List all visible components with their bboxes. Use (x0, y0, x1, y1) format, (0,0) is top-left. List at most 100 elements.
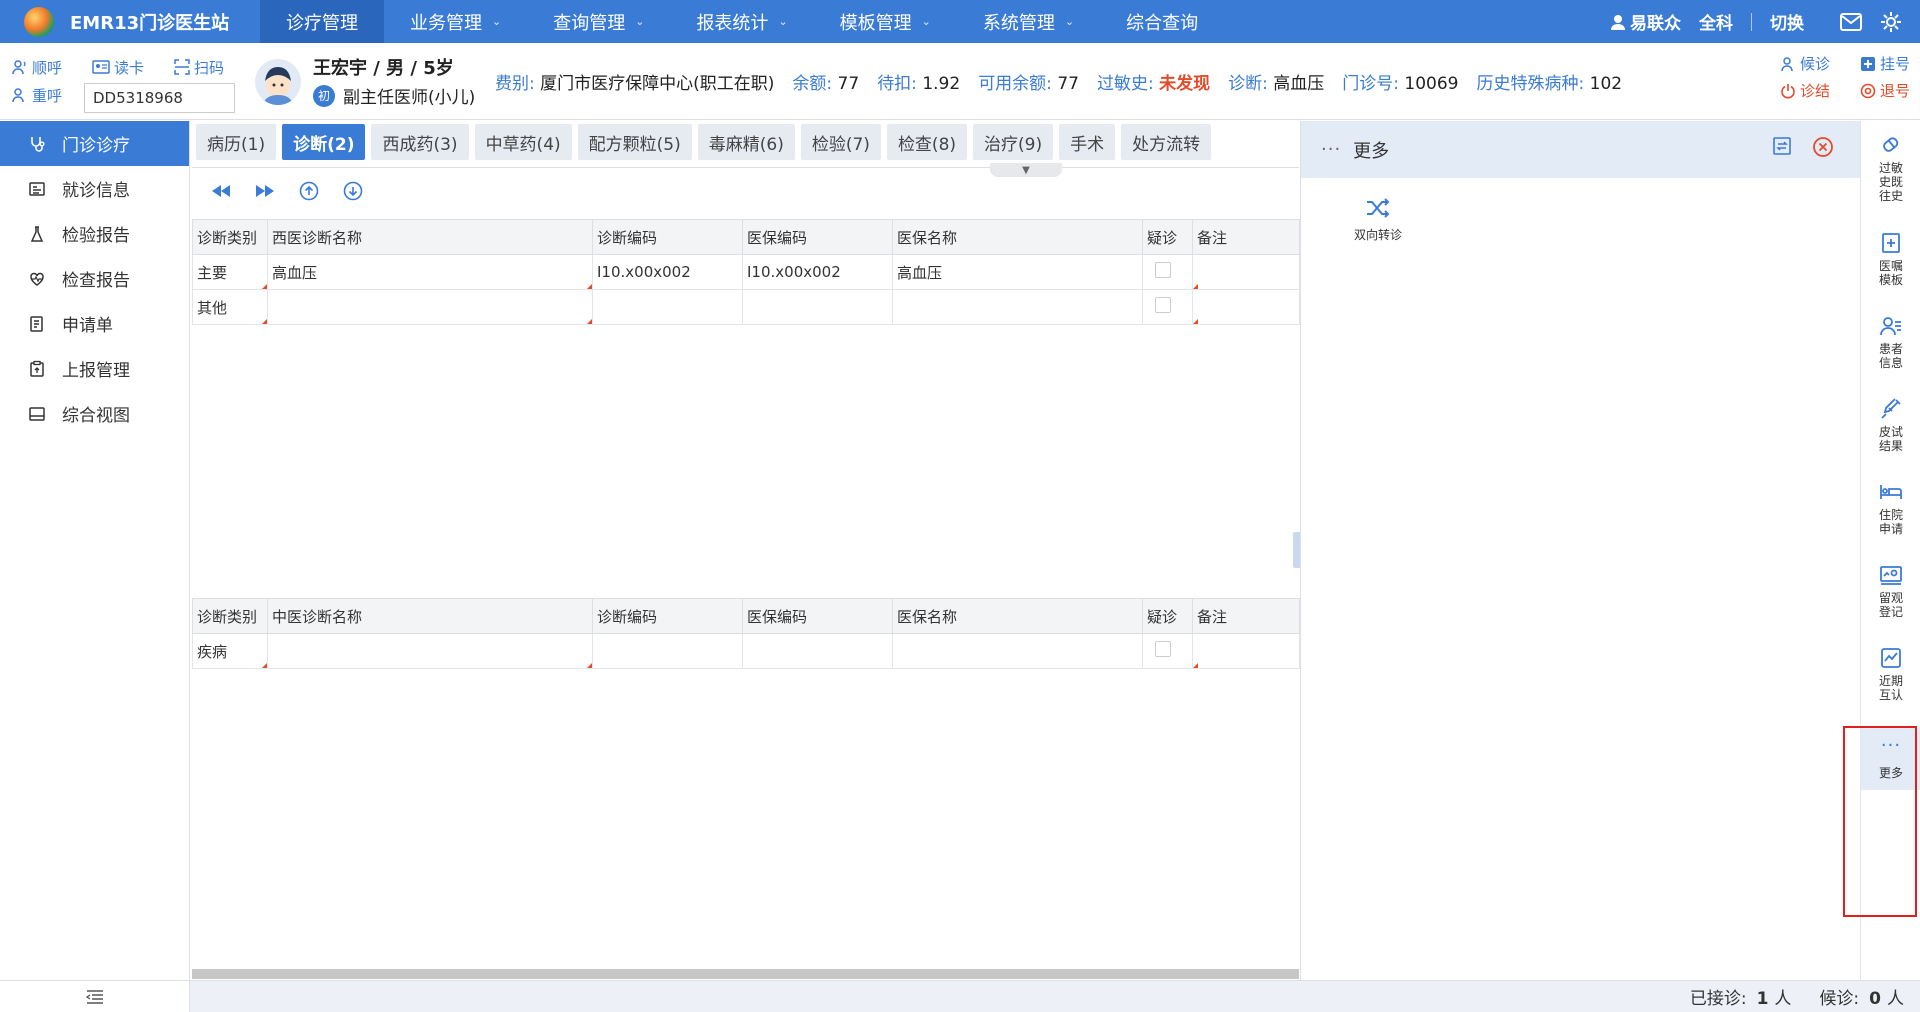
allergy-history-button[interactable]: 过敏史既往史 (1861, 133, 1920, 203)
tab-diagnosis[interactable]: 诊断(2) (282, 124, 366, 160)
user-menu[interactable]: 易联众 (1610, 9, 1681, 34)
nav-item-comprehensive[interactable]: 综合查询 (1100, 0, 1224, 43)
syringe-icon (1881, 398, 1901, 419)
switch-button[interactable]: 切换 (1770, 9, 1804, 34)
call-next-button[interactable]: 顺呼 (12, 57, 62, 78)
sidebar-item-application[interactable]: 申请单 (0, 301, 189, 346)
tab-examination[interactable]: 检查(8) (886, 124, 968, 160)
cell-insurance-code[interactable] (742, 289, 893, 325)
gear-icon[interactable] (1880, 11, 1902, 33)
recent-mutual-recognition-button[interactable]: 近期互认 (1861, 646, 1920, 702)
read-card-button[interactable]: 读卡 (92, 57, 144, 78)
tab-western-medicine[interactable]: 西成药(3) (371, 124, 469, 160)
cell-diagnosis-code[interactable]: I10.x00x002 (592, 254, 743, 290)
cell-diagnosis-name[interactable] (267, 633, 593, 669)
tab-surgery[interactable]: 手术 (1059, 124, 1116, 160)
sidebar-item-overview[interactable]: 综合视图 (0, 391, 189, 436)
cell-insurance-code[interactable]: I10.x00x002 (742, 254, 893, 290)
highlight-box (1843, 726, 1917, 917)
nav-item-templates[interactable]: 模板管理 ⌄ (814, 0, 957, 43)
user-dept[interactable]: 全科 (1699, 9, 1733, 34)
status-unit: 人 (1887, 989, 1904, 1009)
cell-remark[interactable] (1192, 633, 1300, 669)
strip-label: 近期互认 (1878, 674, 1903, 702)
action-label: 诊结 (1799, 82, 1830, 100)
nav-item-clinical[interactable]: 诊疗管理 (260, 0, 384, 43)
move-first-button[interactable] (210, 180, 232, 202)
tab-formula-granules[interactable]: 配方颗粒(5) (577, 124, 692, 160)
sidebar-label: 综合视图 (62, 406, 130, 426)
close-panel-button[interactable] (1812, 136, 1834, 163)
cancel-register-button[interactable]: 退号 (1860, 80, 1910, 101)
cell-remark[interactable] (1192, 254, 1300, 290)
nav-item-reports[interactable]: 报表统计 ⌄ (670, 0, 813, 43)
move-last-button[interactable] (254, 180, 276, 202)
column-header: 备注 (1192, 598, 1300, 634)
register-button[interactable]: 挂号 (1860, 53, 1910, 74)
column-header: 诊断编码 (592, 219, 743, 255)
close-icon (1813, 137, 1833, 157)
sidebar-item-report-mgmt[interactable]: 上报管理 (0, 346, 189, 391)
sidebar-item-clinic[interactable]: 门诊诊疗 (0, 121, 189, 166)
patient-fields: 费别: 厦门市医疗保障中心(职工在职) 余额: 77 待扣: 1.92 可用余额… (495, 69, 1622, 94)
cell-insurance-name[interactable] (892, 289, 1143, 325)
cell-category[interactable]: 主要 (192, 254, 268, 290)
table-row[interactable]: 其他 (192, 289, 1300, 325)
sidebar-item-visit-info[interactable]: 就诊信息 (0, 166, 189, 211)
strip-label: 住院申请 (1878, 508, 1903, 536)
two-way-referral-button[interactable]: 双向转诊 (1349, 196, 1407, 243)
recall-button[interactable]: 重呼 (12, 85, 62, 106)
patient-info-button[interactable]: 患者信息 (1861, 314, 1920, 370)
suspected-checkbox[interactable] (1155, 297, 1171, 313)
sidebar-item-lab-report[interactable]: 检验报告 (0, 211, 189, 256)
bed-icon (1880, 485, 1902, 499)
sidebar-label: 门诊诊疗 (62, 136, 130, 156)
admission-request-button[interactable]: 住院申请 (1861, 480, 1920, 536)
nav-item-system[interactable]: 系统管理 ⌄ (957, 0, 1100, 43)
field-label: 余额: (792, 74, 833, 94)
cell-diagnosis-code[interactable] (592, 633, 743, 669)
tab-lab-test[interactable]: 检验(7) (800, 124, 881, 160)
horizontal-scrollbar[interactable] (192, 969, 1299, 979)
cell-diagnosis-name[interactable] (267, 289, 593, 325)
cell-diagnosis-code[interactable] (592, 289, 743, 325)
suspected-checkbox[interactable] (1155, 641, 1171, 657)
expand-pull-tab[interactable]: ▼ (990, 163, 1062, 177)
scan-button[interactable]: 扫码 (174, 57, 224, 78)
mail-icon[interactable] (1840, 11, 1862, 33)
cell-category[interactable]: 其他 (192, 289, 268, 325)
finish-visit-button[interactable]: 诊结 (1780, 80, 1830, 101)
sidebar-item-exam-report[interactable]: 检查报告 (0, 256, 189, 301)
main-nav: 诊疗管理 业务管理 ⌄ 查询管理 ⌄ 报表统计 ⌄ 模板管理 ⌄ 系统管理 ⌄ 综合查询 (260, 0, 1224, 43)
cell-insurance-code[interactable] (742, 633, 893, 669)
card-number-input[interactable]: DD5318968 (84, 83, 235, 113)
table-row[interactable]: 主要 高血压 I10.x00x002 I10.x00x002 高血压 (192, 254, 1300, 290)
nav-item-business[interactable]: 业务管理 ⌄ (384, 0, 527, 43)
action-label: 重呼 (32, 86, 63, 105)
waiting-button[interactable]: 候诊 (1780, 53, 1830, 74)
user-area: 易联众 全科 切换 (1610, 0, 1902, 43)
table-row[interactable]: 疾病 (192, 633, 1300, 669)
cell-remark[interactable] (1192, 289, 1300, 325)
cell-category[interactable]: 疾病 (192, 633, 268, 669)
observation-register-button[interactable]: 留观登记 (1861, 563, 1920, 619)
cell-insurance-name[interactable] (892, 633, 1143, 669)
cell-diagnosis-name[interactable]: 高血压 (267, 254, 593, 290)
skin-test-button[interactable]: 皮试结果 (1861, 397, 1920, 453)
field-label: 诊断: (1228, 74, 1268, 94)
tab-prescription-flow[interactable]: 处方流转 (1121, 124, 1212, 160)
move-down-button[interactable] (342, 180, 364, 202)
move-up-button[interactable] (298, 180, 320, 202)
sidebar-collapse-button[interactable] (0, 980, 190, 1012)
tab-treatment[interactable]: 治疗(9) (973, 124, 1054, 160)
suspected-checkbox[interactable] (1155, 262, 1171, 278)
nav-item-query[interactable]: 查询管理 ⌄ (527, 0, 670, 43)
swap-panel-button[interactable] (1772, 136, 1792, 163)
tab-medical-record[interactable]: 病历(1) (196, 124, 277, 160)
id-card-icon (28, 180, 46, 198)
cell-insurance-name[interactable]: 高血压 (892, 254, 1143, 290)
order-template-button[interactable]: 医嘱模板 (1861, 231, 1920, 287)
column-header: 医保编码 (742, 598, 893, 634)
tab-controlled-drugs[interactable]: 毒麻精(6) (697, 124, 795, 160)
tab-herbal-medicine[interactable]: 中草药(4) (474, 124, 572, 160)
